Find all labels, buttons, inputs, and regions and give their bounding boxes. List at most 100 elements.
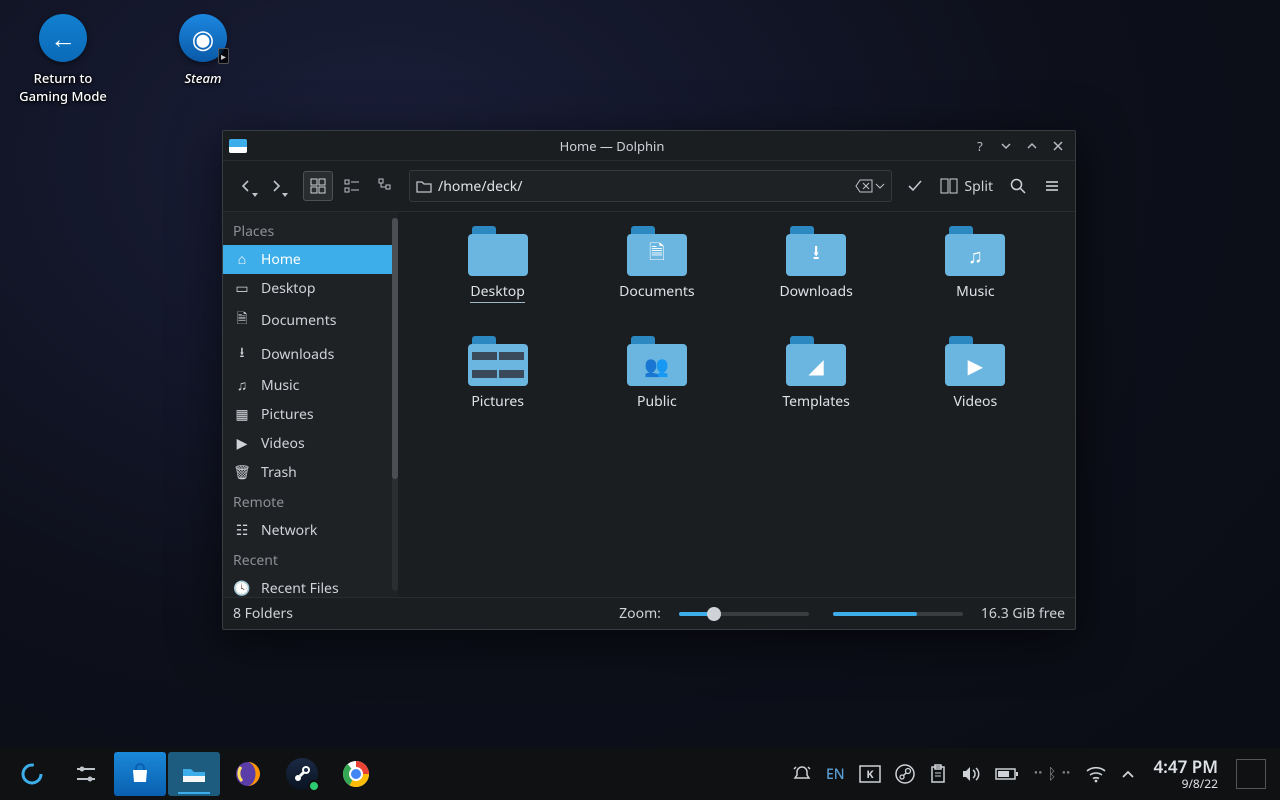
keyboard-icon[interactable]: K <box>859 765 881 783</box>
steam-tray-icon[interactable] <box>895 764 915 784</box>
folder-label: Templates <box>782 392 850 411</box>
sidebar-item-label: Recent Files <box>261 579 339 597</box>
folder-downloads[interactable]: ⭳ Downloads <box>737 226 896 336</box>
folder-documents[interactable]: 🗎 Documents <box>577 226 736 336</box>
sidebar-scrollbar[interactable] <box>392 218 398 591</box>
folder-music[interactable]: ♫ Music <box>896 226 1055 336</box>
clear-path-button[interactable] <box>855 179 885 193</box>
show-desktop-button[interactable] <box>1236 759 1266 789</box>
sidebar-item-label: Desktop <box>261 279 315 298</box>
volume-icon[interactable] <box>961 765 981 783</box>
folder-public[interactable]: 👥 Public <box>577 336 736 446</box>
tray-expand-icon[interactable] <box>1121 769 1135 779</box>
zoom-slider[interactable] <box>679 612 809 616</box>
folder-icon: ◢ <box>786 344 846 386</box>
folder-templates[interactable]: ◢ Templates <box>737 336 896 446</box>
chevron-up-icon <box>1026 140 1038 152</box>
return-arrow-icon: ← <box>39 14 87 62</box>
help-button[interactable]: ? <box>969 135 991 157</box>
sidebar-item-home[interactable]: ⌂Home <box>223 245 398 274</box>
sidebar-item-label: Downloads <box>261 345 334 364</box>
titlebar[interactable]: Home — Dolphin ? <box>223 131 1075 161</box>
sidebar-item-label: Videos <box>261 434 305 453</box>
battery-icon[interactable] <box>995 767 1019 781</box>
shopping-bag-icon <box>129 763 151 785</box>
folder-icon: 🗎 <box>627 234 687 276</box>
split-view-button[interactable]: Split <box>934 171 999 201</box>
folder-label: Music <box>956 282 994 301</box>
music-icon: ♫ <box>233 376 251 395</box>
sidebar-item-label: Trash <box>261 463 297 482</box>
taskbar-settings[interactable] <box>60 752 112 796</box>
notifications-icon[interactable] <box>792 764 812 784</box>
sidebar-item-label: Pictures <box>261 405 314 424</box>
svg-text:K: K <box>866 767 874 782</box>
clock[interactable]: 4:47 PM 9/8/22 <box>1145 757 1226 790</box>
view-compact-button[interactable] <box>337 171 367 201</box>
desktop-icon-label: Return to Gaming Mode <box>19 70 107 105</box>
download-icon: ⭳ <box>233 342 251 366</box>
folder-desktop[interactable]: Desktop <box>418 226 577 336</box>
nav-back-button[interactable] <box>231 171 261 201</box>
folder-icon <box>468 344 528 386</box>
sidebar-item-documents[interactable]: 🗎Documents <box>223 303 398 337</box>
grid-icon <box>310 178 326 194</box>
folder-pictures[interactable]: Pictures <box>418 336 577 446</box>
sidebar-item-music[interactable]: ♫ Music <box>223 371 398 400</box>
search-icon <box>1010 178 1026 194</box>
menu-button[interactable] <box>1037 171 1067 201</box>
sidebar-item-label: Music <box>261 376 299 395</box>
view-icons-button[interactable] <box>303 171 333 201</box>
chevron-down-icon <box>875 181 885 191</box>
check-icon <box>907 178 923 194</box>
view-details-button[interactable] <box>371 171 401 201</box>
taskbar-discover[interactable] <box>114 752 166 796</box>
close-button[interactable] <box>1047 135 1069 157</box>
desktop-icon-steam[interactable]: ◉ Steam <box>148 12 258 105</box>
window-title: Home — Dolphin <box>255 137 969 155</box>
folder-label: Pictures <box>471 392 524 411</box>
bluetooth-icon[interactable]: ⠒ ᛒ ⠒ <box>1033 764 1072 784</box>
keyboard-layout[interactable]: EN <box>826 765 845 784</box>
chevron-right-icon <box>269 179 283 193</box>
sidebar-item-desktop[interactable]: ▭Desktop <box>223 274 398 303</box>
clock-time: 4:47 PM <box>1153 757 1218 777</box>
maximize-button[interactable] <box>1021 135 1043 157</box>
taskbar-dolphin[interactable] <box>168 752 220 796</box>
folder-icon: ⭳ <box>786 234 846 276</box>
minimize-button[interactable] <box>995 135 1017 157</box>
accept-path-button[interactable] <box>900 171 930 201</box>
taskbar-steam[interactable] <box>276 752 328 796</box>
chrome-icon <box>341 759 371 789</box>
free-space: 16.3 GiB free <box>981 604 1065 623</box>
sidebar-item-trash[interactable]: 🗑Trash <box>223 458 398 487</box>
sliders-icon <box>73 761 99 787</box>
split-label: Split <box>964 177 993 196</box>
taskbar-chrome[interactable] <box>330 752 382 796</box>
section-places: Places <box>223 216 398 245</box>
desktop-icon-return-gaming[interactable]: ← Return to Gaming Mode <box>8 12 118 105</box>
section-recent: Recent <box>223 545 398 574</box>
search-button[interactable] <box>1003 171 1033 201</box>
sidebar-item-downloads[interactable]: ⭳ Downloads <box>223 337 398 371</box>
chevron-left-icon <box>239 179 253 193</box>
sidebar-item-recent-files[interactable]: 🕓Recent Files <box>223 574 398 597</box>
folder-icon <box>416 179 432 193</box>
wifi-icon[interactable] <box>1085 765 1107 783</box>
taskbar-firefox[interactable] <box>222 752 274 796</box>
sidebar-item-label: Network <box>261 521 317 540</box>
app-launcher[interactable] <box>6 752 58 796</box>
folder-label: Downloads <box>779 282 852 301</box>
sidebar-item-pictures[interactable]: ▦Pictures <box>223 400 398 429</box>
sidebar-item-videos[interactable]: ▶Videos <box>223 429 398 458</box>
folder-videos[interactable]: ▶ Videos <box>896 336 1055 446</box>
places-panel: Places ⌂Home ▭Desktop 🗎Documents ⭳ Downlo… <box>223 212 398 597</box>
sidebar-item-network[interactable]: ☷Network <box>223 516 398 545</box>
address-bar[interactable] <box>409 170 892 202</box>
compact-icon <box>344 178 360 194</box>
folder-view[interactable]: Desktop 🗎 Documents ⭳ Downloads ♫ Music … <box>398 212 1075 597</box>
clipboard-icon[interactable] <box>929 764 947 784</box>
nav-forward-button[interactable] <box>261 171 291 201</box>
folder-icon: ▶ <box>945 344 1005 386</box>
path-input[interactable] <box>438 177 849 196</box>
